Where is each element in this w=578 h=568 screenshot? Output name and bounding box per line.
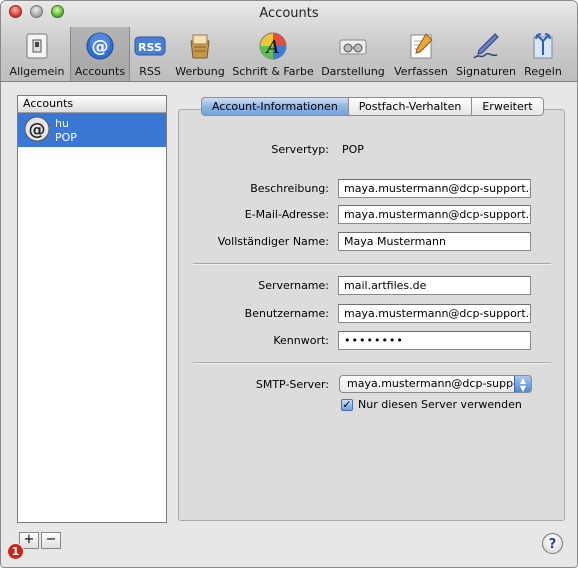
toolbar-item-signaturen[interactable]: Signaturen — [455, 27, 517, 81]
benutzername-label: Benutzername: — [244, 307, 329, 320]
svg-text:RSS: RSS — [138, 41, 162, 54]
toolbar-item-schrift-farbe[interactable]: A Schrift & Farbe — [231, 27, 315, 81]
servertyp-value: POP — [342, 143, 364, 156]
toolbar-item-accounts[interactable]: @ Accounts — [70, 27, 130, 81]
toolbar-label: Regeln — [524, 65, 562, 78]
compose-pencil-icon — [405, 30, 437, 62]
svg-text:@: @ — [29, 120, 46, 140]
section-divider — [193, 362, 551, 364]
switch-icon — [21, 30, 53, 62]
accounts-list[interactable]: Accounts @ hu POP — [17, 95, 167, 523]
title-toolbar-bar: Accounts Allgemein @ Accounts RSS RSS We… — [1, 1, 577, 82]
toolbar-item-rss[interactable]: RSS RSS — [130, 27, 170, 81]
benutzername-field[interactable]: maya.mustermann@dcp-support.d — [338, 304, 531, 323]
preferences-content: Accounts @ hu POP + − 1 ? Account-Inform… — [1, 82, 577, 567]
junk-mail-icon — [184, 30, 216, 62]
preferences-window: Accounts Allgemein @ Accounts RSS RSS We… — [0, 0, 578, 568]
window-title: Accounts — [259, 6, 319, 21]
tab-erweitert[interactable]: Erweitert — [472, 97, 544, 116]
servername-label: Servername: — [258, 279, 329, 292]
smtp-server-value: maya.mustermann@dcp-suppo — [347, 377, 520, 390]
tab-postfach-verhalten[interactable]: Postfach-Verhalten — [348, 97, 473, 116]
servertyp-label: Servertyp: — [271, 143, 329, 156]
toolbar-label: Verfassen — [394, 65, 448, 78]
account-at-icon: @ — [24, 116, 50, 142]
account-name: hu — [55, 117, 69, 130]
tab-account-informationen[interactable]: Account-Informationen — [201, 97, 349, 116]
servername-field[interactable]: mail.artfiles.de — [338, 276, 531, 295]
only-this-server-label: Nur diesen Server verwenden — [358, 398, 522, 411]
signature-pen-icon — [470, 30, 502, 62]
full-name-field[interactable]: Maya Mustermann — [338, 232, 531, 251]
font-color-icon: A — [257, 30, 289, 62]
toolbar-label: Schrift & Farbe — [232, 65, 314, 78]
rss-icon: RSS — [134, 30, 166, 62]
svg-text:@: @ — [92, 37, 109, 57]
toolbar-item-allgemein[interactable]: Allgemein — [5, 27, 69, 81]
callout-badge: 1 — [7, 543, 24, 560]
toolbar-item-werbung[interactable]: Werbung — [173, 27, 227, 81]
tab-bar: Account-Informationen Postfach-Verhalten… — [201, 97, 544, 116]
toolbar-label: Signaturen — [455, 65, 517, 78]
toolbar-label: Werbung — [175, 65, 225, 78]
beschreibung-label: Beschreibung: — [250, 182, 329, 195]
only-this-server-checkbox[interactable]: ✓ — [341, 399, 353, 411]
section-divider — [193, 263, 551, 265]
toolbar-item-verfassen[interactable]: Verfassen — [391, 27, 451, 81]
svg-text:A: A — [265, 37, 280, 58]
beschreibung-field[interactable]: maya.mustermann@dcp-support.d — [338, 179, 531, 198]
full-name-label: Vollständiger Name: — [217, 235, 329, 248]
at-icon: @ — [84, 30, 116, 62]
accounts-list-header: Accounts — [18, 96, 166, 113]
smtp-server-label: SMTP-Server: — [255, 378, 329, 391]
chevron-updown-icon: ▲ ▼ — [514, 376, 531, 392]
email-label: E-Mail-Adresse: — [244, 208, 329, 221]
account-row-hu[interactable]: @ hu POP — [18, 113, 166, 147]
toolbar-label: Accounts — [74, 65, 126, 78]
email-field[interactable]: maya.mustermann@dcp-support.d — [338, 205, 531, 224]
viewing-glasses-icon — [337, 30, 369, 62]
help-button[interactable]: ? — [542, 533, 563, 554]
toolbar-label: Darstellung — [321, 65, 385, 78]
account-type: POP — [55, 131, 77, 144]
remove-account-button[interactable]: − — [41, 532, 61, 549]
toolbar-label: Allgemein — [9, 65, 65, 78]
rules-icon — [527, 30, 559, 62]
toolbar-item-darstellung[interactable]: Darstellung — [319, 27, 387, 81]
kennwort-label: Kennwort: — [273, 334, 329, 347]
smtp-server-select[interactable]: maya.mustermann@dcp-suppo ▲ ▼ — [339, 375, 532, 393]
toolbar-item-regeln[interactable]: Regeln — [520, 27, 566, 81]
toolbar-label: RSS — [139, 65, 161, 78]
password-field[interactable]: •••••••• — [338, 331, 531, 350]
